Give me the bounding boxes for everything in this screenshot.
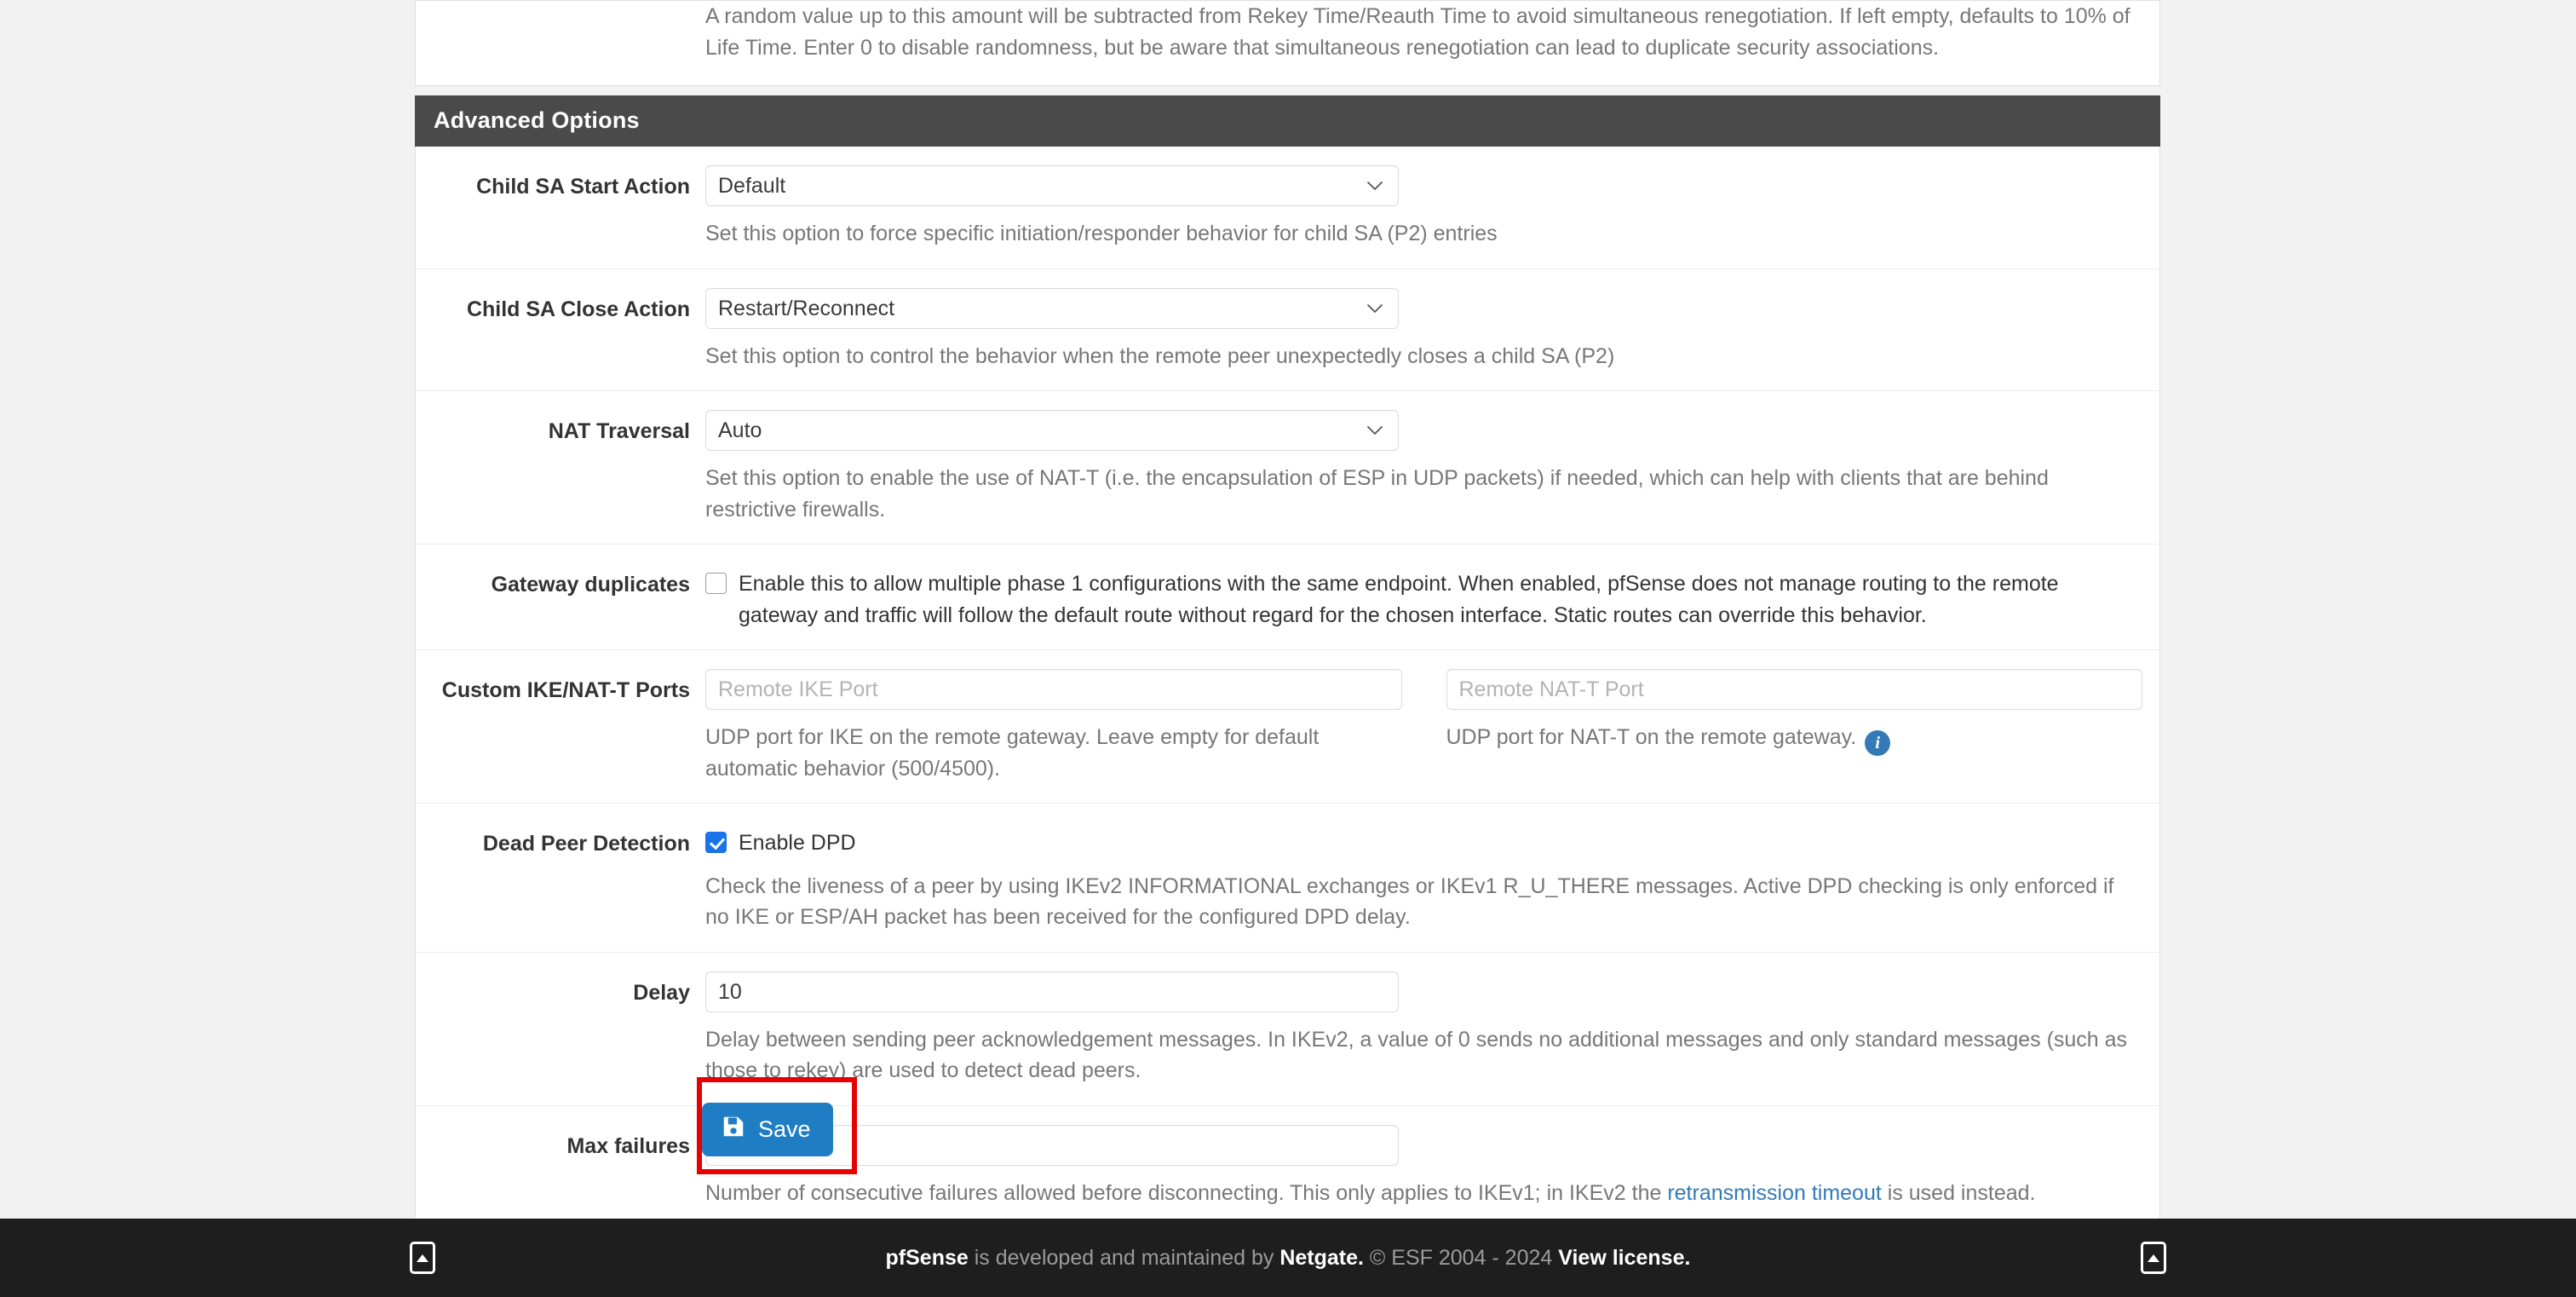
- label-custom-ike-natt-ports: Custom IKE/NAT-T Ports: [441, 678, 690, 702]
- save-button-area: Save: [415, 1077, 2160, 1178]
- row-delay: Delay 10 Delay between sending peer ackn…: [416, 953, 2159, 1106]
- help-max-failures-after: is used instead.: [1881, 1180, 2036, 1205]
- footer-copyright: © ESF 2004 - 2024: [1363, 1245, 1559, 1270]
- input-remote-natt-port[interactable]: Remote NAT-T Port: [1446, 669, 2142, 710]
- page-footer: pfSense is developed and maintained by N…: [0, 1219, 2576, 1297]
- link-retransmission-timeout[interactable]: retransmission timeout: [1667, 1181, 1881, 1205]
- label-delay: Delay: [633, 980, 690, 1005]
- help-remote-natt-port-text: UDP port for NAT-T on the remote gateway…: [1446, 725, 1857, 749]
- randomness-help-row: A random value up to this amount will be…: [416, 1, 2159, 85]
- label-dead-peer-detection: Dead Peer Detection: [482, 832, 690, 856]
- help-child-sa-start-action: Set this option to force specific initia…: [705, 222, 1498, 245]
- info-circle-icon[interactable]: i: [1865, 730, 1891, 756]
- row-custom-ike-natt-ports: Custom IKE/NAT-T Ports Remote IKE Port U…: [416, 650, 2159, 804]
- caret-square-up-icon-left[interactable]: [410, 1242, 435, 1274]
- label-gateway-duplicates-description: Enable this to allow multiple phase 1 co…: [739, 572, 2059, 627]
- footer-brand: pfSense: [885, 1245, 969, 1270]
- chevron-down-icon: [1366, 421, 1384, 440]
- select-child-sa-start-action-value: Default: [718, 174, 786, 198]
- label-enable-dpd: Enable DPD: [739, 831, 856, 855]
- randomness-help-panel: A random value up to this amount will be…: [415, 0, 2160, 86]
- select-child-sa-close-action[interactable]: Restart/Reconnect: [705, 287, 1399, 329]
- help-max-failures: Number of consecutive failures allowed b…: [705, 1178, 2142, 1209]
- advanced-options-panel: Advanced Options Child SA Start Action D…: [415, 95, 2160, 1228]
- label-nat-traversal: NAT Traversal: [548, 419, 690, 443]
- row-gateway-duplicates: Gateway duplicates Enable this to allow …: [416, 545, 2159, 650]
- advanced-options-body: Child SA Start Action Default Set this o…: [415, 147, 2160, 1228]
- label-child-sa-start-action: Child SA Start Action: [476, 175, 690, 199]
- randomness-help-text: A random value up to this amount will be…: [705, 4, 2130, 60]
- save-floppy-icon: [721, 1114, 746, 1145]
- save-button[interactable]: Save: [702, 1103, 833, 1156]
- select-nat-traversal[interactable]: Auto: [705, 410, 1399, 451]
- input-remote-ike-port[interactable]: Remote IKE Port: [705, 669, 1402, 710]
- select-child-sa-start-action[interactable]: Default: [705, 165, 1399, 206]
- checkbox-gateway-duplicates[interactable]: [705, 573, 727, 594]
- input-delay[interactable]: 10: [705, 971, 1399, 1012]
- label-child-sa-close-action: Child SA Close Action: [466, 297, 690, 321]
- row-dead-peer-detection: Dead Peer Detection Enable DPD Check the…: [416, 804, 2159, 953]
- save-button-label: Save: [758, 1116, 811, 1142]
- row-nat-traversal: NAT Traversal Auto Set this option to en…: [416, 391, 2159, 545]
- select-nat-traversal-value: Auto: [718, 418, 762, 442]
- caret-up-glyph-right: [2148, 1254, 2159, 1262]
- footer-view-license-link[interactable]: View license.: [1558, 1246, 1690, 1270]
- help-remote-ike-port: UDP port for IKE on the remote gateway. …: [705, 725, 1320, 781]
- caret-up-glyph-left: [417, 1254, 428, 1262]
- chevron-down-icon: [1366, 176, 1384, 195]
- panel-title-advanced-options: Advanced Options: [415, 95, 2160, 147]
- label-gateway-duplicates: Gateway duplicates: [491, 573, 690, 597]
- page-root: A random value up to this amount will be…: [0, 0, 2576, 1297]
- chevron-down-icon: [1366, 299, 1384, 318]
- select-child-sa-close-action-value: Restart/Reconnect: [718, 296, 895, 320]
- caret-square-up-icon-right[interactable]: [2141, 1242, 2166, 1274]
- footer-middle: is developed and maintained by: [968, 1245, 1280, 1270]
- help-dead-peer-detection: Check the liveness of a peer by using IK…: [705, 873, 2114, 930]
- help-child-sa-close-action: Set this option to control the behavior …: [705, 343, 1615, 368]
- help-max-failures-before: Number of consecutive failures allowed b…: [705, 1180, 1668, 1205]
- row-child-sa-close-action: Child SA Close Action Restart/Reconnect …: [416, 269, 2159, 391]
- checkbox-enable-dpd[interactable]: [705, 832, 727, 853]
- help-nat-traversal: Set this option to enable the use of NAT…: [705, 466, 2049, 522]
- row-child-sa-start-action: Child SA Start Action Default Set this o…: [416, 147, 2159, 269]
- help-remote-natt-port: UDP port for NAT-T on the remote gateway…: [1446, 722, 2143, 756]
- footer-company: Netgate.: [1279, 1245, 1364, 1270]
- help-delay: Delay between sending peer acknowledgeme…: [705, 1027, 2128, 1083]
- footer-credit-text: pfSense is developed and maintained by N…: [886, 1246, 1691, 1271]
- randomness-empty-label: [416, 1, 705, 9]
- previous-panel-tail: A random value up to this amount will be…: [415, 0, 2160, 86]
